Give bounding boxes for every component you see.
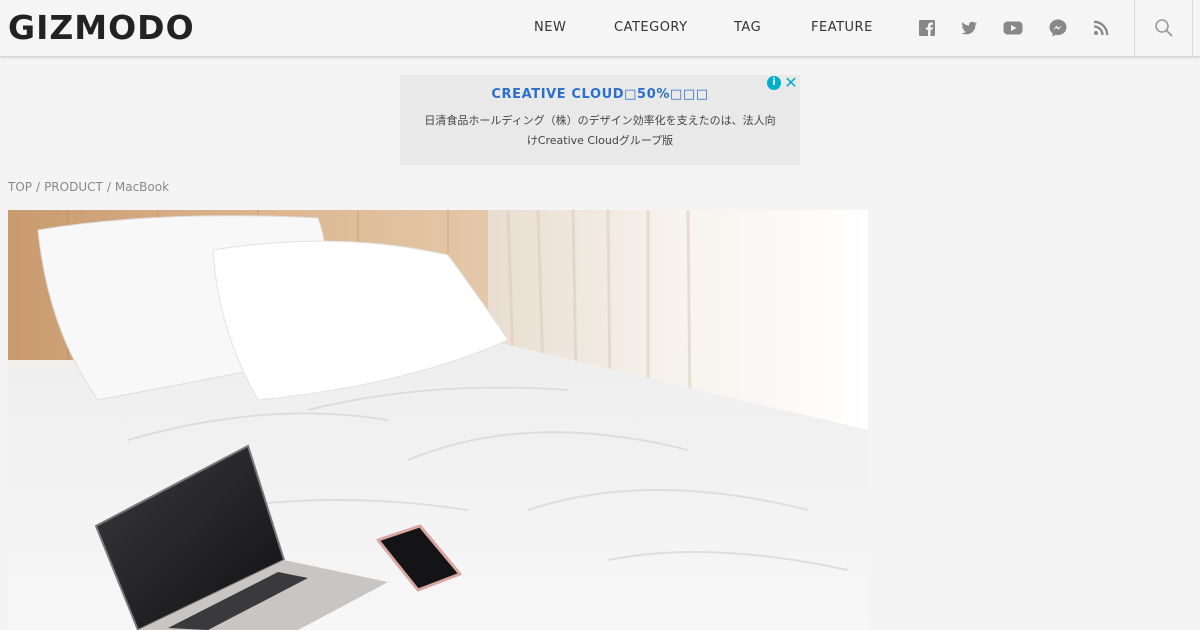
article-hero-image (8, 210, 868, 630)
ad-body: 日清食品ホールディング（株）のデザイン効率化を支えたのは、法人向 けCreati… (420, 111, 780, 151)
breadcrumb: TOP / PRODUCT / MacBook (8, 178, 169, 196)
search-icon (1155, 19, 1173, 37)
nav-tag[interactable]: TAG (734, 0, 761, 56)
ad-body-line-2: けCreative Cloudグループ版 (526, 134, 674, 147)
ad-banner[interactable]: CREATIVE CLOUD□50%□□□ 日清食品ホールディング（株）のデザイ… (400, 75, 800, 165)
site-header: GIZMODO NEW CATEGORY TAG FEATURE (0, 0, 1200, 57)
breadcrumb-separator: / (36, 180, 41, 194)
nav-new[interactable]: NEW (534, 0, 566, 56)
breadcrumb-product[interactable]: PRODUCT (44, 180, 103, 194)
ad-info-icon[interactable]: i (767, 76, 781, 90)
site-logo[interactable]: GIZMODO (8, 8, 195, 48)
messenger-icon[interactable] (1047, 17, 1069, 39)
search-button[interactable] (1134, 0, 1193, 56)
youtube-icon[interactable] (1002, 17, 1024, 39)
nav-category[interactable]: CATEGORY (614, 0, 688, 56)
ad-body-line-1: 日清食品ホールディング（株）のデザイン効率化を支えたのは、法人向 (424, 114, 776, 127)
nav-feature[interactable]: FEATURE (811, 0, 873, 56)
facebook-icon[interactable] (916, 17, 938, 39)
breadcrumb-separator: / (106, 180, 111, 194)
twitter-icon[interactable] (958, 17, 980, 39)
ad-title[interactable]: CREATIVE CLOUD□50%□□□ (400, 87, 800, 102)
breadcrumb-top[interactable]: TOP (8, 180, 32, 194)
ad-close-icon[interactable]: ✕ (784, 75, 798, 91)
rss-icon[interactable] (1090, 17, 1112, 39)
breadcrumb-macbook[interactable]: MacBook (115, 180, 169, 194)
